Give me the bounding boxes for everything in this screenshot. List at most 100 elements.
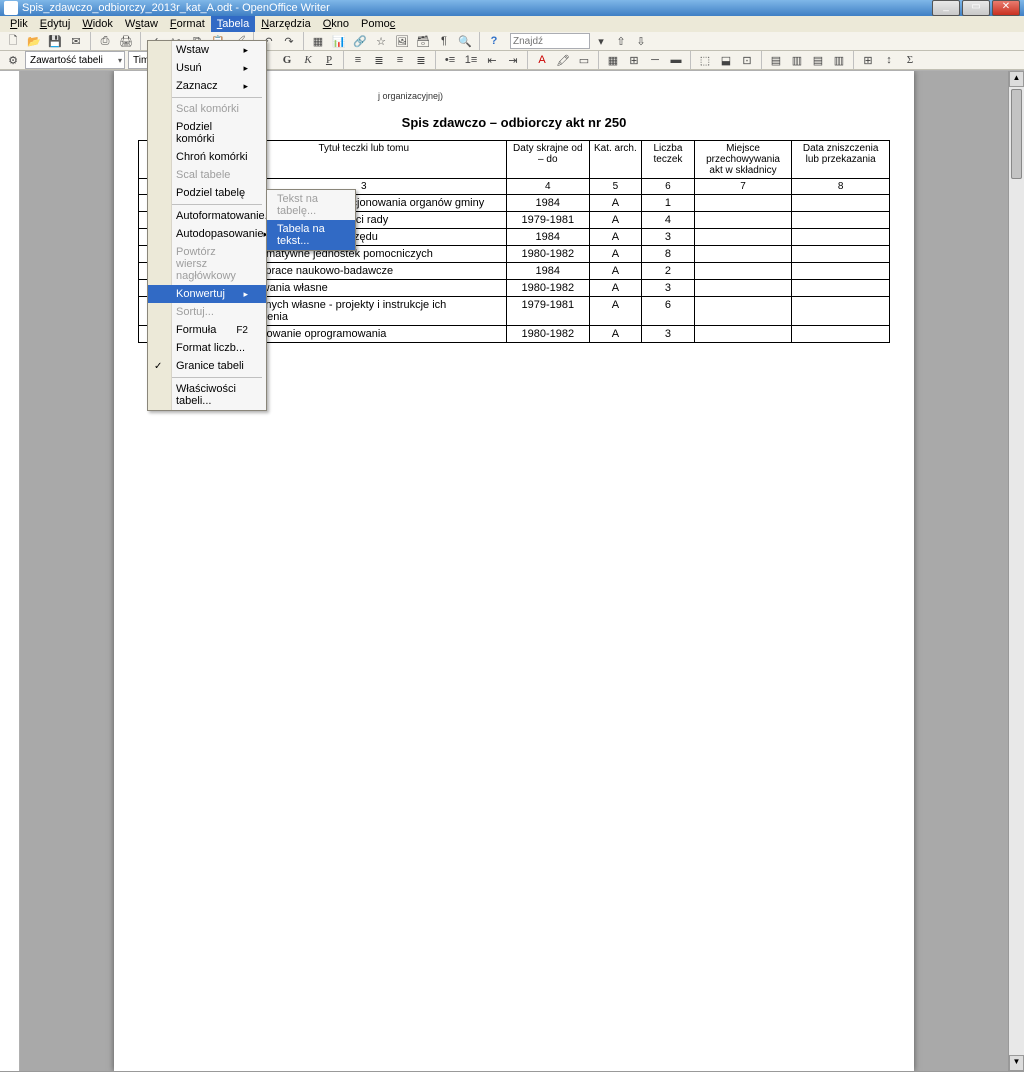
menuitem-chroń-komórki[interactable]: Chroń komórki: [148, 148, 266, 166]
nonprinting-icon[interactable]: ¶: [435, 32, 453, 50]
vertical-ruler[interactable]: [0, 71, 20, 1071]
menuitem-wstaw[interactable]: Wstaw▸: [148, 41, 266, 59]
print-icon[interactable]: 🖨: [117, 32, 135, 50]
gallery-icon[interactable]: 🖼: [393, 32, 411, 50]
align-left-icon[interactable]: ≡: [349, 51, 367, 69]
menuitem-autodopasowanie[interactable]: Autodopasowanie▸: [148, 225, 266, 243]
sort-icon[interactable]: ↕: [880, 51, 898, 69]
hyperlink-icon[interactable]: 🔗: [351, 32, 369, 50]
find-prev-icon[interactable]: ⇧: [612, 32, 630, 50]
new-icon[interactable]: 🗋: [4, 32, 22, 50]
horizontal-scrollbar[interactable]: ◀ ▶: [0, 1071, 1024, 1072]
scroll-up-icon[interactable]: ▲: [1009, 71, 1024, 87]
find-toolbar: ▾ ⇧ ⇩: [510, 32, 650, 50]
find-next-icon[interactable]: ⇩: [632, 32, 650, 50]
menu-tabela[interactable]: Tabela: [211, 16, 255, 32]
scroll-thumb[interactable]: [1011, 89, 1022, 179]
del-row-icon[interactable]: ▤: [809, 51, 827, 69]
org-hint-text: j organizacyjnej): [378, 91, 890, 101]
align-center-icon[interactable]: ≣: [370, 51, 388, 69]
bg-color-icon[interactable]: ▭: [575, 51, 593, 69]
window-title: Spis_zdawczo_odbiorczy_2013r_kat_A.odt -…: [22, 2, 932, 14]
close-button[interactable]: ✕: [992, 0, 1020, 16]
minimize-button[interactable]: _: [932, 0, 960, 16]
styles-icon[interactable]: ⚙: [4, 51, 22, 69]
menuitem-właściwości-tabeli-[interactable]: Właściwości tabeli...: [148, 380, 266, 410]
navigator-icon[interactable]: ☆: [372, 32, 390, 50]
justify-icon[interactable]: ≣: [412, 51, 430, 69]
insert-col-icon[interactable]: ▥: [788, 51, 806, 69]
menuitem-usuń[interactable]: Usuń▸: [148, 59, 266, 77]
redo-icon[interactable]: ↷: [280, 32, 298, 50]
datasource-icon[interactable]: 🗃: [414, 32, 432, 50]
save-icon[interactable]: 💾: [46, 32, 64, 50]
app-window: Spis_zdawczo_odbiorczy_2013r_kat_A.odt -…: [0, 0, 1024, 536]
open-icon[interactable]: 📂: [25, 32, 43, 50]
del-col-icon[interactable]: ▥: [830, 51, 848, 69]
menuitem-granice-tabeli[interactable]: Granice tabeli✓: [148, 357, 266, 375]
menuitem-powtórz-wiersz-nagłówkowy: Powtórz wiersz nagłówkowy: [148, 243, 266, 285]
konwertuj-submenu: Tekst na tabelę...Tabela na tekst...: [266, 189, 356, 251]
find-input[interactable]: [510, 33, 590, 49]
bullets-icon[interactable]: •≡: [441, 51, 459, 69]
menuitem-konwertuj[interactable]: Konwertuj▸: [148, 285, 266, 303]
autoformat-icon[interactable]: ⊞: [859, 51, 877, 69]
find-dropdown-icon[interactable]: ▾: [592, 32, 610, 50]
menu-plik[interactable]: Plik: [4, 16, 34, 32]
help-icon[interactable]: ?: [485, 32, 503, 50]
table-icon[interactable]: ▦: [309, 32, 327, 50]
underline-icon[interactable]: P: [320, 51, 338, 69]
col-header: Liczba teczek: [642, 141, 695, 179]
italic-icon[interactable]: K: [299, 51, 317, 69]
menuitem-zaznacz[interactable]: Zaznacz▸: [148, 77, 266, 95]
menu-edytuj[interactable]: Edytuj: [34, 16, 77, 32]
col-header: Data zniszczenia lub przekazania: [792, 141, 890, 179]
menu-pomoc[interactable]: Pomoc: [355, 16, 401, 32]
menuitem-podziel-tabelę[interactable]: Podziel tabelę: [148, 184, 266, 202]
menu-widok[interactable]: Widok: [76, 16, 119, 32]
menuitem-autoformatowanie-[interactable]: Autoformatowanie...: [148, 207, 266, 225]
maximize-button[interactable]: ▭: [962, 0, 990, 16]
col-header: Miejsce przechowywania akt w składnicy: [694, 141, 792, 179]
linestyle-icon[interactable]: ─: [646, 51, 664, 69]
paragraph-style-combo[interactable]: Zawartość tabeli: [25, 51, 125, 69]
col-header: Kat. arch.: [589, 141, 642, 179]
bold-icon[interactable]: G: [278, 51, 296, 69]
highlight-icon[interactable]: 🖍: [554, 51, 572, 69]
menuitem-sortuj-: Sortuj...: [148, 303, 266, 321]
linecolor-icon[interactable]: ▬: [667, 51, 685, 69]
submenuitem-tabela-na-tekst-[interactable]: Tabela na tekst...: [267, 220, 355, 250]
indent-icon[interactable]: ⇥: [504, 51, 522, 69]
font-color-icon[interactable]: A: [533, 51, 551, 69]
menu-format[interactable]: Format: [164, 16, 211, 32]
split-icon[interactable]: ⬓: [717, 51, 735, 69]
menuitem-format-liczb-[interactable]: Format liczb...: [148, 339, 266, 357]
tabela-menu: Wstaw▸Usuń▸Zaznacz▸ Scal komórkiPodziel k…: [147, 40, 267, 411]
pdf-icon[interactable]: ⎙: [96, 32, 114, 50]
numbering-icon[interactable]: 1≡: [462, 51, 480, 69]
menuitem-scal-tabele: Scal tabele: [148, 166, 266, 184]
menuitem-formuła[interactable]: FormułaF2: [148, 321, 266, 339]
col-header: Daty skrajne od – do: [506, 141, 589, 179]
scroll-down-icon[interactable]: ▼: [1009, 1055, 1024, 1071]
mail-icon[interactable]: ✉: [67, 32, 85, 50]
menu-narzędzia[interactable]: Narzędzia: [255, 16, 317, 32]
align-right-icon[interactable]: ≡: [391, 51, 409, 69]
merge-icon[interactable]: ⬚: [696, 51, 714, 69]
menuitem-podziel-komórki[interactable]: Podziel komórki: [148, 118, 266, 148]
borders-icon[interactable]: ⊞: [625, 51, 643, 69]
menu-wstaw[interactable]: Wstaw: [119, 16, 164, 32]
table-toolbar-icon[interactable]: ▦: [604, 51, 622, 69]
app-icon: [4, 1, 18, 15]
menu-okno[interactable]: Okno: [317, 16, 355, 32]
insert-row-icon[interactable]: ▤: [767, 51, 785, 69]
vertical-scrollbar[interactable]: ▲ ▼: [1008, 71, 1024, 1071]
zoom-icon[interactable]: 🔍: [456, 32, 474, 50]
menuitem-scal-komórki: Scal komórki: [148, 100, 266, 118]
optimize-icon[interactable]: ⊡: [738, 51, 756, 69]
sum-icon[interactable]: Σ: [901, 51, 919, 69]
chart-icon[interactable]: 📊: [330, 32, 348, 50]
outdent-icon[interactable]: ⇤: [483, 51, 501, 69]
submenuitem-tekst-na-tabelę-: Tekst na tabelę...: [267, 190, 355, 220]
titlebar: Spis_zdawczo_odbiorczy_2013r_kat_A.odt -…: [0, 0, 1024, 16]
